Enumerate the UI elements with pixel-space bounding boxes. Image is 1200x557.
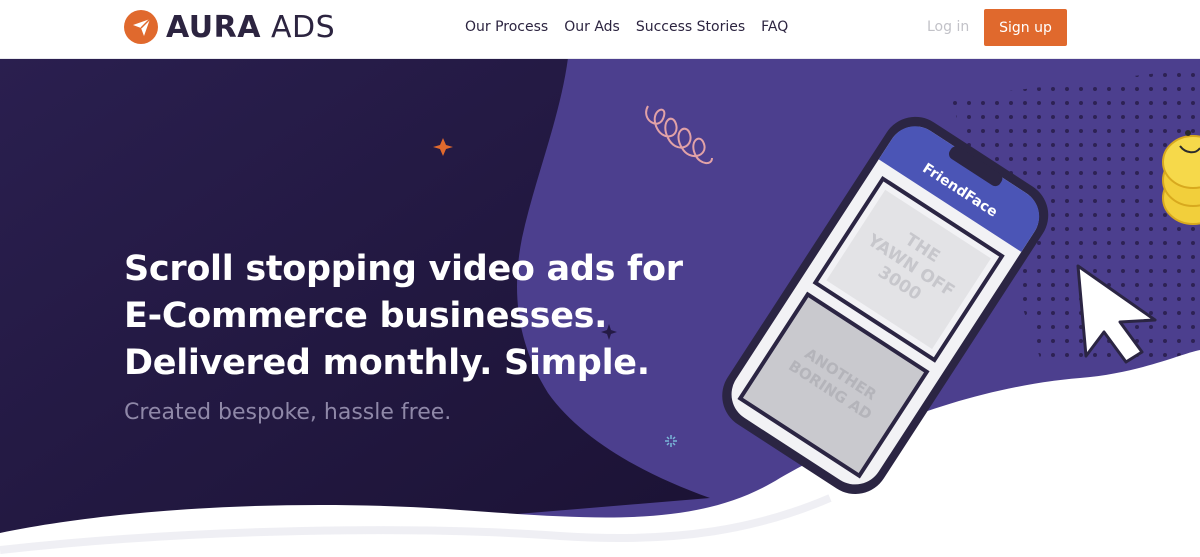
signup-button[interactable]: Sign up bbox=[984, 9, 1067, 46]
paper-plane-icon bbox=[124, 10, 158, 44]
nav-link-faq[interactable]: FAQ bbox=[761, 19, 788, 35]
hero-title-line-3: Delivered monthly. Simple. bbox=[124, 343, 650, 383]
brand-logo[interactable]: AURA ADS bbox=[124, 10, 335, 45]
hero-subtitle: Created bespoke, hassle free. bbox=[124, 400, 452, 425]
brand-name: AURA ADS bbox=[166, 10, 335, 45]
nav-link-our-ads[interactable]: Our Ads bbox=[564, 19, 620, 35]
brand-name-bold: AURA bbox=[166, 9, 261, 45]
main-nav: Our Process Our Ads Success Stories FAQ bbox=[465, 19, 788, 35]
top-navbar: AURA ADS Our Process Our Ads Success Sto… bbox=[0, 0, 1200, 59]
hero-title-line-1: Scroll stopping video ads for bbox=[124, 249, 683, 289]
nav-link-our-process[interactable]: Our Process bbox=[465, 19, 548, 35]
login-link[interactable]: Log in bbox=[927, 19, 969, 35]
hero-section: FriendFace THE YAWN OFF 3000 ANOTHER BOR… bbox=[0, 58, 1200, 557]
brand-name-light: ADS bbox=[260, 9, 336, 45]
nav-link-success-stories[interactable]: Success Stories bbox=[636, 19, 745, 35]
hero-title: Scroll stopping video ads for E-Commerce… bbox=[124, 246, 683, 387]
hero-title-line-2: E-Commerce businesses. bbox=[124, 296, 608, 336]
